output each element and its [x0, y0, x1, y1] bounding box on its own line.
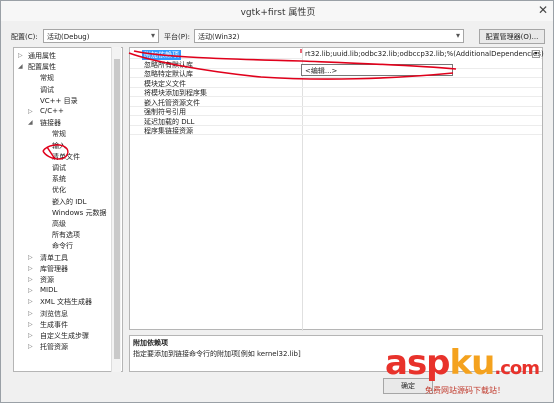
property-name: 嵌入托管资源文件: [144, 98, 200, 107]
tree-item[interactable]: 高级: [52, 219, 66, 229]
title-bar: vgtk+first 属性页 ✕: [1, 1, 553, 21]
property-row[interactable]: 附加依赖项 rt32.lib;uuid.lib;odbc32.lib;odbccp…: [130, 50, 544, 60]
tree-expander-icon[interactable]: ◢: [28, 119, 33, 126]
tree-item[interactable]: 浏览信息: [40, 309, 68, 319]
tree-expander-icon[interactable]: ▷: [28, 332, 33, 339]
edit-option[interactable]: <编辑...>: [305, 66, 337, 76]
tree-expander-icon[interactable]: ▷: [28, 287, 33, 294]
property-row[interactable]: 模块定义文件: [130, 79, 542, 88]
tree-item[interactable]: Windows 元数据: [52, 208, 106, 218]
tree-item[interactable]: 生成事件: [40, 320, 68, 330]
window-title: vgtk+first 属性页: [240, 8, 316, 18]
tree-item[interactable]: 调试: [52, 163, 66, 173]
property-row[interactable]: 程序集链接资源: [130, 126, 542, 135]
property-grid[interactable]: 附加依赖项 rt32.lib;uuid.lib;odbc32.lib;odbccp…: [129, 47, 544, 331]
tree-item[interactable]: 托管资源: [40, 342, 68, 352]
platform-label: 平台(P):: [164, 33, 191, 41]
tree-expander-icon[interactable]: ▷: [18, 52, 23, 59]
description-text: 指定要添加到链接命令行的附加项[例如 kernel32.lib]: [133, 350, 301, 358]
tree-item[interactable]: 自定义生成步骤: [40, 331, 89, 341]
platform-select[interactable]: 活动(Win32) ▾: [194, 29, 464, 43]
property-name: 延迟加载的 DLL: [144, 117, 195, 126]
tree-item[interactable]: 嵌入的 IDL: [52, 197, 87, 207]
config-select[interactable]: 活动(Debug) ▾: [43, 29, 159, 43]
config-value: 活动(Debug): [47, 33, 90, 41]
tree-item[interactable]: 命令行: [52, 241, 73, 251]
property-name: 程序集链接资源: [144, 127, 193, 135]
tree-expander-icon[interactable]: ▷: [28, 321, 33, 328]
property-name: 将模块添加到程序集: [144, 89, 207, 97]
tree-item[interactable]: 清单工具: [40, 253, 68, 263]
description-title: 附加依赖项: [133, 339, 168, 347]
property-name: 模块定义文件: [144, 79, 186, 88]
tree-expander-icon[interactable]: ▷: [28, 276, 33, 283]
tree-item[interactable]: 通用属性: [28, 51, 56, 61]
tree-item[interactable]: 常规: [52, 129, 66, 139]
tree-item[interactable]: 资源: [40, 275, 54, 285]
tree-item[interactable]: 库管理器: [40, 264, 68, 274]
tree-item[interactable]: C/C++: [40, 107, 64, 115]
property-name: 忽略所有默认库: [144, 60, 193, 69]
tree-expander-icon[interactable]: ▷: [28, 298, 33, 305]
chevron-down-icon: ▾: [455, 31, 460, 40]
chevron-down-icon: ▾: [150, 31, 155, 40]
tree-item[interactable]: 优化: [52, 185, 66, 195]
tree-expander-icon[interactable]: ▷: [28, 254, 33, 261]
property-tree[interactable]: ▷ 通用属性 ◢ 配置属性 常规 调试 VC++ 目录 ▷ C/C++ ◢ 链接器 常规 输入 清单文件调…: [13, 47, 123, 372]
property-row[interactable]: 将模块添加到程序集: [130, 88, 542, 97]
property-value-editor[interactable]: rt32.lib;uuid.lib;odbc32.lib;odbccp32.li…: [303, 50, 544, 59]
close-icon[interactable]: ✕: [538, 3, 548, 17]
property-name: 强制符号引用: [144, 108, 186, 116]
tree-expander-icon[interactable]: ◢: [18, 63, 23, 70]
tree-item[interactable]: XML 文档生成器: [40, 297, 92, 307]
tree-expander-icon[interactable]: ▷: [28, 265, 33, 272]
config-label: 配置(C):: [11, 33, 38, 41]
watermark-logo: aspku.com: [385, 343, 540, 383]
property-value: rt32.lib;uuid.lib;odbc32.lib;odbccp32.li…: [305, 50, 544, 58]
tree-item[interactable]: VC++ 目录: [40, 96, 78, 106]
chevron-down-icon[interactable]: ▾: [532, 50, 540, 58]
tree-scrollbar[interactable]: [111, 47, 121, 372]
scrollbar-thumb[interactable]: [114, 59, 120, 359]
watermark-tagline: 免费网站源码下载站！: [425, 386, 505, 395]
tree-item[interactable]: 调试: [40, 85, 54, 95]
tree-item[interactable]: 清单文件: [52, 152, 80, 162]
property-name: 忽略特定默认库: [144, 70, 193, 78]
config-manager-button[interactable]: 配置管理器(O)...: [479, 29, 545, 44]
tree-item[interactable]: MIDL: [40, 286, 57, 294]
tree-item[interactable]: 系统: [52, 174, 66, 184]
edit-dropdown-popup[interactable]: <编辑...>: [301, 64, 453, 76]
tree-item[interactable]: 输入: [52, 141, 66, 151]
platform-value: 活动(Win32): [198, 33, 240, 41]
property-row[interactable]: 嵌入托管资源文件: [130, 98, 542, 107]
tree-item[interactable]: 链接器: [40, 118, 61, 128]
tree-item[interactable]: 常规: [40, 73, 54, 83]
property-row[interactable]: 延迟加载的 DLL: [130, 117, 542, 126]
tree-expander-icon[interactable]: ▷: [28, 108, 33, 115]
property-name: 附加依赖项: [142, 50, 181, 60]
tree-expander-icon[interactable]: ▷: [28, 310, 33, 317]
tree-item[interactable]: 配置属性: [28, 62, 56, 72]
property-pages-window: vgtk+first 属性页 ✕ 配置(C): 活动(Debug) ▾ 平台(P…: [0, 0, 554, 403]
tree-expander-icon[interactable]: ▷: [28, 343, 33, 350]
site-watermark: aspku.com 免费网站源码下载站！: [385, 343, 550, 398]
tree-item[interactable]: 所有选项: [52, 230, 80, 240]
property-row[interactable]: 强制符号引用: [130, 107, 542, 116]
